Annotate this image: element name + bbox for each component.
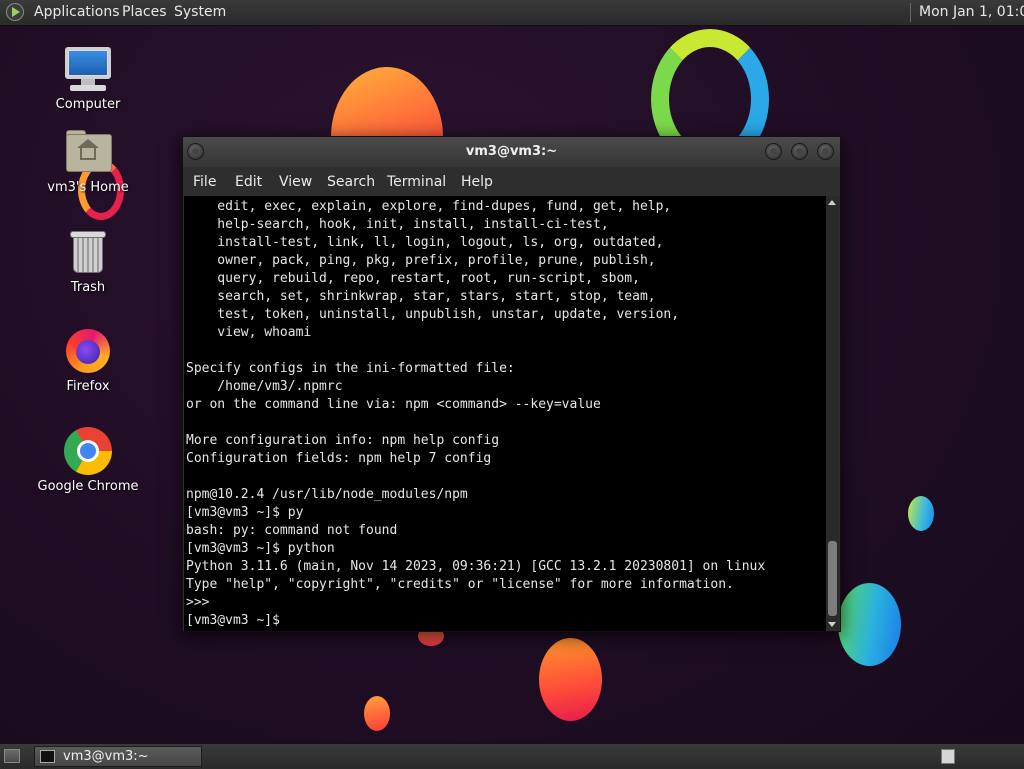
terminal-line: query, rebuild, repo, restart, root, run… — [186, 271, 640, 286]
minimize-icon[interactable] — [765, 143, 782, 160]
terminal-line: or on the command line via: npm <command… — [186, 397, 601, 412]
terminal-line: npm@10.2.4 /usr/lib/node_modules/npm — [186, 487, 468, 502]
terminal-icon — [40, 750, 55, 763]
desktop-icon-chrome[interactable]: Google Chrome — [33, 427, 143, 494]
terminal-line: Python 3.11.6 (main, Nov 14 2023, 09:36:… — [186, 559, 766, 574]
terminal-menubar: File Edit View Search Terminal Help — [183, 167, 840, 196]
taskbar-button-terminal[interactable]: vm3@vm3:~ — [34, 746, 202, 767]
menu-system[interactable]: System — [174, 4, 226, 20]
desktop-icon-label: Trash — [70, 280, 106, 295]
terminal-line: [vm3@vm3 ~]$ py — [186, 505, 304, 520]
terminal-output[interactable]: edit, exec, explain, explore, find-dupes… — [184, 196, 826, 631]
terminal-line: Type "help", "copyright", "credits" or "… — [186, 577, 734, 592]
terminal-line: [vm3@vm3 ~]$ — [186, 613, 288, 628]
workspace-switcher-icon[interactable] — [941, 749, 955, 764]
window-title: vm3@vm3:~ — [465, 144, 558, 159]
menu-help[interactable]: Help — [461, 174, 493, 190]
terminal-line: install-test, link, ll, login, logout, l… — [186, 235, 664, 250]
terminal-scrollbar[interactable] — [826, 196, 839, 631]
terminal-line: /home/vm3/.npmrc — [186, 379, 343, 394]
terminal-line: bash: py: command not found — [186, 523, 398, 538]
scroll-thumb[interactable] — [828, 541, 837, 616]
menu-search[interactable]: Search — [327, 174, 375, 190]
wallpaper-blue-blob — [908, 496, 934, 531]
taskbar-button-label: vm3@vm3:~ — [63, 749, 149, 764]
window-titlebar[interactable]: vm3@vm3:~ — [183, 137, 840, 167]
wallpaper-orange-blob — [364, 696, 390, 731]
desktop-icon-label: Computer — [55, 97, 121, 112]
desktop-icon-label: vm3's Home — [47, 180, 129, 195]
desktop-icon-home[interactable]: vm3's Home — [33, 128, 143, 195]
scroll-down-icon[interactable] — [828, 622, 836, 627]
menu-applications[interactable]: Applications — [34, 4, 120, 20]
distro-logo-icon[interactable] — [6, 3, 24, 21]
scroll-up-icon[interactable] — [828, 200, 836, 205]
terminal-line: view, whoami — [186, 325, 312, 340]
desktop-icon-trash[interactable]: Trash — [33, 228, 143, 295]
wallpaper-orange-blob — [539, 638, 602, 721]
desktop-icon-label: Google Chrome — [37, 479, 139, 494]
terminal-line: Configuration fields: npm help 7 config — [186, 451, 492, 466]
panel-separator — [910, 3, 911, 22]
terminal-line: test, token, uninstall, unpublish, unsta… — [186, 307, 680, 322]
terminal-line: More configuration info: npm help config — [186, 433, 500, 448]
maximize-icon[interactable] — [791, 143, 808, 160]
top-panel: Applications Places System Mon Jan 1, 01… — [0, 0, 1024, 26]
home-folder-icon — [64, 128, 112, 176]
desktop-icon-firefox[interactable]: Firefox — [33, 327, 143, 394]
firefox-icon — [64, 327, 112, 375]
desktop-icon-computer[interactable]: Computer — [33, 45, 143, 112]
menu-places[interactable]: Places — [122, 4, 167, 20]
terminal-line: [vm3@vm3 ~]$ python — [186, 541, 335, 556]
menu-view[interactable]: View — [279, 174, 312, 190]
clock[interactable]: Mon Jan 1, 01:02 — [919, 4, 1024, 20]
menu-edit[interactable]: Edit — [235, 174, 262, 190]
terminal-line: owner, pack, ping, pkg, prefix, profile,… — [186, 253, 656, 268]
terminal-lines: edit, exec, explain, explore, find-dupes… — [184, 196, 826, 630]
chrome-icon — [64, 427, 112, 475]
terminal-line: Specify configs in the ini-formatted fil… — [186, 361, 515, 376]
terminal-line: search, set, shrinkwrap, star, stars, st… — [186, 289, 656, 304]
terminal-window[interactable]: vm3@vm3:~ File Edit View Search Terminal… — [182, 136, 841, 632]
wallpaper-blue-blob — [838, 583, 901, 666]
desktop-icon-label: Firefox — [66, 379, 110, 394]
menu-terminal[interactable]: Terminal — [387, 174, 446, 190]
terminal-line: help-search, hook, init, install, instal… — [186, 217, 609, 232]
trash-icon — [64, 228, 112, 276]
terminal-line: edit, exec, explain, explore, find-dupes… — [186, 199, 672, 214]
bottom-panel: vm3@vm3:~ — [0, 743, 1024, 769]
terminal-line: >>> — [186, 595, 210, 610]
computer-icon — [64, 45, 112, 93]
menu-file[interactable]: File — [193, 174, 216, 190]
close-icon[interactable] — [817, 143, 834, 160]
show-desktop-icon[interactable] — [4, 749, 20, 763]
